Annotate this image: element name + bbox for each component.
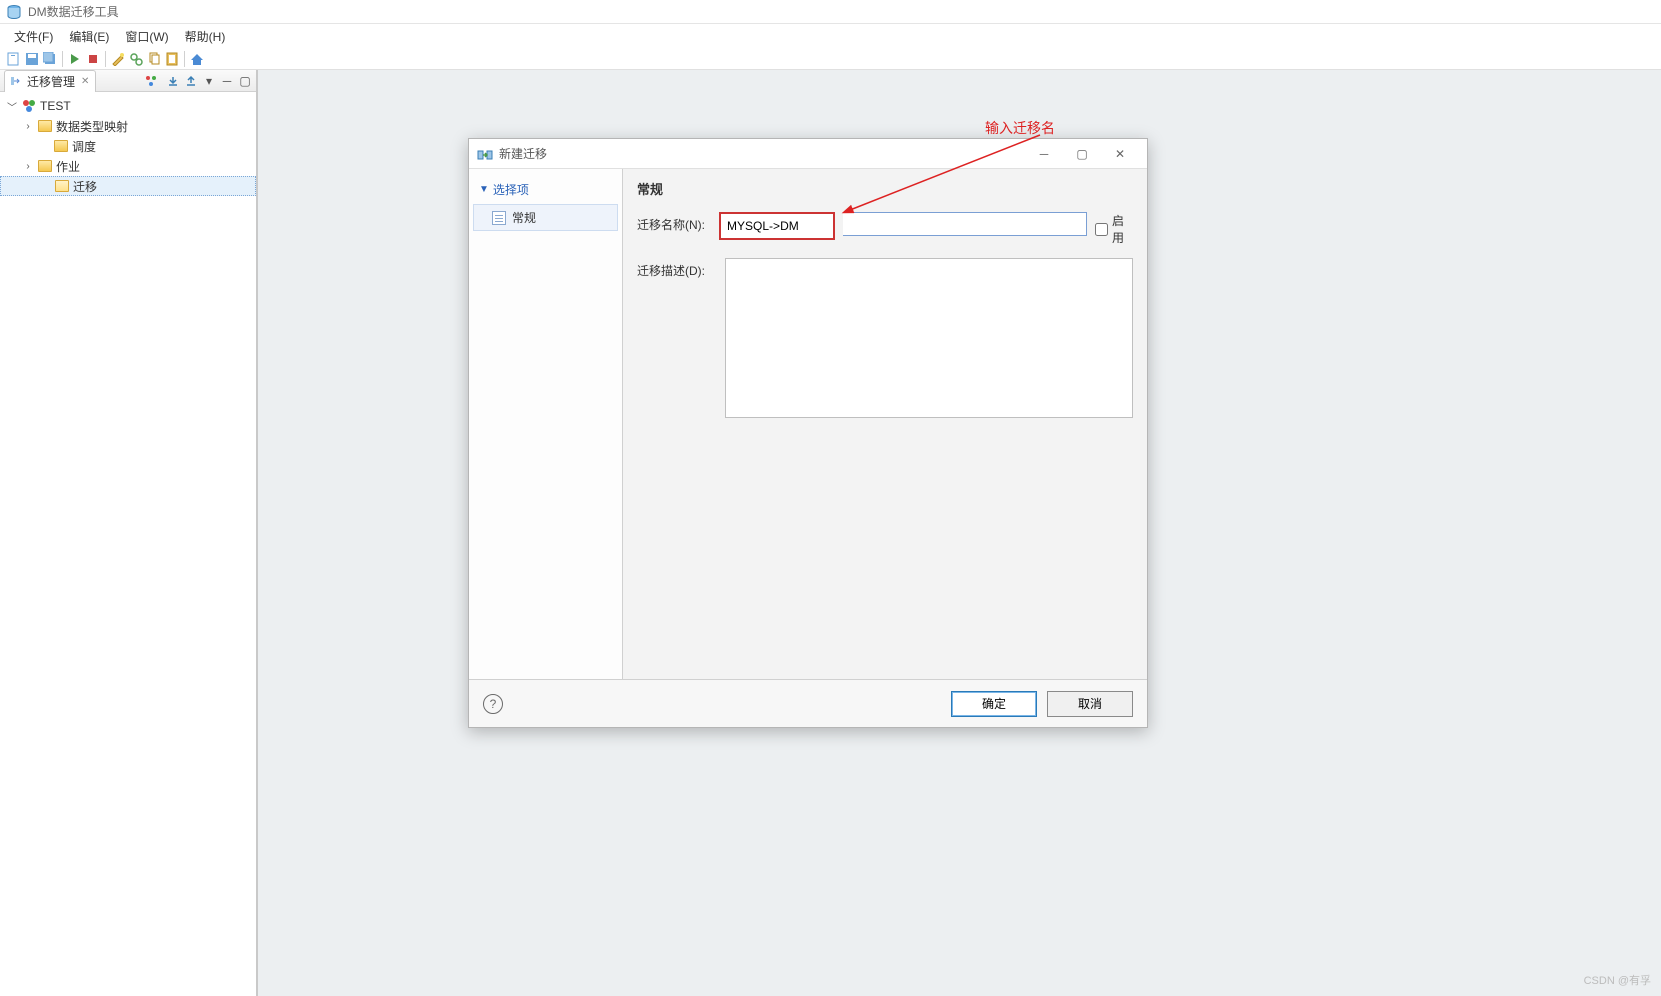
save-icon[interactable] xyxy=(24,51,40,67)
view-menu-icon[interactable]: ▾ xyxy=(202,74,216,88)
nav-item-label: 常规 xyxy=(512,209,536,226)
menu-window[interactable]: 窗口(W) xyxy=(117,26,176,47)
tree-node-migration[interactable]: 迁移 xyxy=(0,176,256,196)
folder-icon xyxy=(38,160,52,172)
run-icon[interactable] xyxy=(67,51,83,67)
watermark: CSDN @有孚 xyxy=(1584,972,1651,988)
import-icon[interactable] xyxy=(166,74,180,88)
folder-icon xyxy=(38,120,52,132)
separator xyxy=(184,51,185,67)
sheet-icon xyxy=(492,211,506,225)
toolbar xyxy=(0,48,1661,70)
dialog-new-migration: 新建迁移 ─ ▢ ✕ ▼ 选择项 常规 常规 迁移名称(N): xyxy=(468,138,1148,728)
migration-name-input-highlighted[interactable] xyxy=(721,214,833,238)
tree-label: 作业 xyxy=(56,158,80,175)
tree-node-mapping[interactable]: › 数据类型映射 xyxy=(0,116,256,136)
dialog-title: 新建迁移 xyxy=(499,145,547,162)
wizard-icon[interactable] xyxy=(110,51,126,67)
collapse-arrow-icon: ▼ xyxy=(479,184,489,195)
enable-checkbox[interactable] xyxy=(1095,223,1108,236)
tree-root[interactable]: ﹀ TEST xyxy=(0,96,256,116)
panel-title: 迁移管理 xyxy=(27,73,75,90)
ok-button[interactable]: 确定 xyxy=(951,691,1037,717)
desc-label: 迁移描述(D): xyxy=(637,258,717,279)
cluster-icon[interactable] xyxy=(144,74,158,88)
menu-help[interactable]: 帮助(H) xyxy=(177,26,234,47)
app-title: DM数据迁移工具 xyxy=(28,3,119,20)
tree: ﹀ TEST › 数据类型映射 调度 › 作业 xyxy=(0,92,256,996)
name-label: 迁移名称(N): xyxy=(637,212,711,233)
migrate-icon xyxy=(11,75,23,87)
separator xyxy=(62,51,63,67)
nav-header-label: 选择项 xyxy=(493,181,529,198)
copy-icon[interactable] xyxy=(146,51,162,67)
twisty-icon[interactable]: › xyxy=(22,121,34,132)
side-panel: 迁移管理 ✕ ▾ ─ ▢ ﹀ TEST › xyxy=(0,70,257,996)
dialog-form: 常规 迁移名称(N): 启用 迁移描述(D): xyxy=(623,169,1147,679)
migration-icon xyxy=(477,146,493,162)
new-icon[interactable] xyxy=(6,51,22,67)
help-icon[interactable]: ? xyxy=(483,694,503,714)
dialog-titlebar: 新建迁移 ─ ▢ ✕ xyxy=(469,139,1147,169)
tree-label: 迁移 xyxy=(73,178,97,195)
separator xyxy=(105,51,106,67)
stop-icon[interactable] xyxy=(85,51,101,67)
minimize-icon[interactable]: ─ xyxy=(1025,142,1063,166)
twisty-icon[interactable]: › xyxy=(22,161,34,172)
close-tab-icon[interactable]: ✕ xyxy=(81,76,89,87)
folder-icon xyxy=(54,140,68,152)
export-icon[interactable] xyxy=(184,74,198,88)
tree-node-job[interactable]: › 作业 xyxy=(0,156,256,176)
paste-icon[interactable] xyxy=(164,51,180,67)
tree-label: 调度 xyxy=(72,138,96,155)
maximize-icon[interactable]: ▢ xyxy=(1063,142,1101,166)
title-bar: DM数据迁移工具 xyxy=(0,0,1661,24)
twisty-icon[interactable]: ﹀ xyxy=(6,99,18,114)
cancel-button[interactable]: 取消 xyxy=(1047,691,1133,717)
maximize-panel-icon[interactable]: ▢ xyxy=(238,74,252,88)
folder-open-icon xyxy=(55,180,69,192)
panel-header: 迁移管理 ✕ ▾ ─ ▢ xyxy=(0,70,256,92)
form-section-title: 常规 xyxy=(637,179,1133,198)
menu-edit[interactable]: 编辑(E) xyxy=(61,26,117,47)
close-icon[interactable]: ✕ xyxy=(1101,142,1139,166)
menubar: 文件(F) 编辑(E) 窗口(W) 帮助(H) xyxy=(0,24,1661,48)
tree-root-label: TEST xyxy=(40,99,71,113)
menu-file[interactable]: 文件(F) xyxy=(6,26,61,47)
cluster-icon xyxy=(22,99,36,113)
save-all-icon[interactable] xyxy=(42,51,58,67)
dialog-footer: ? 确定 取消 xyxy=(469,679,1147,727)
panel-tab[interactable]: 迁移管理 ✕ xyxy=(4,70,96,92)
nav-section-header[interactable]: ▼ 选择项 xyxy=(469,177,622,202)
migration-name-input[interactable] xyxy=(843,212,1087,236)
tree-label: 数据类型映射 xyxy=(56,118,128,135)
nav-item-general[interactable]: 常规 xyxy=(473,204,618,231)
minimize-panel-icon[interactable]: ─ xyxy=(220,74,234,88)
migration-desc-input[interactable] xyxy=(725,258,1133,418)
dialog-nav: ▼ 选择项 常规 xyxy=(469,169,623,679)
app-icon xyxy=(6,4,22,20)
link-icon[interactable] xyxy=(128,51,144,67)
home-icon[interactable] xyxy=(189,51,205,67)
enable-label: 启用 xyxy=(1112,212,1133,246)
highlight-box xyxy=(719,212,835,240)
tree-node-schedule[interactable]: 调度 xyxy=(0,136,256,156)
